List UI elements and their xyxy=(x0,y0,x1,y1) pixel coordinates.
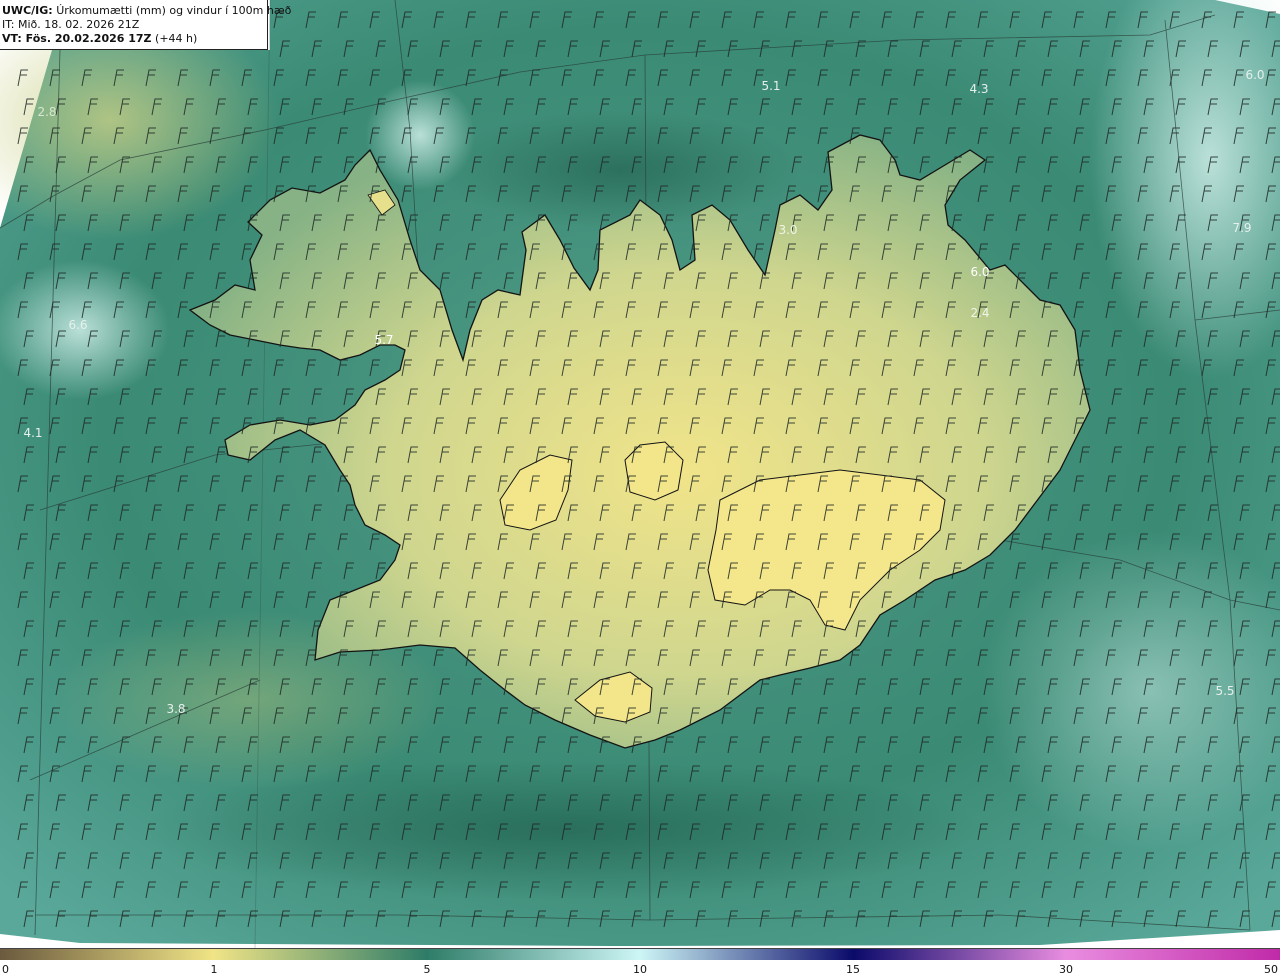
colorbar-tick: 30 xyxy=(1059,963,1073,976)
product-title: Úrkomumætti (mm) og vindur í 100m hæð xyxy=(56,4,292,17)
map-value-label: 2.8 xyxy=(37,105,56,119)
map-header: UWC/IG: Úrkomumætti (mm) og vindur í 100… xyxy=(0,0,291,50)
map-value-label: 5.1 xyxy=(761,79,780,93)
colorbar-tick: 5 xyxy=(423,963,431,976)
product-code: UWC/IG: xyxy=(2,4,53,17)
colorbar xyxy=(0,948,1280,960)
glacier-hofsjokull xyxy=(624,441,684,501)
map-value-label: 7.9 xyxy=(1232,221,1251,235)
map-value-label: 4.3 xyxy=(969,82,988,96)
map-value-label: 6.0 xyxy=(1245,68,1264,82)
valid-time-line: VT: Fös. 20.02.2026 17Z (+44 h) xyxy=(2,32,267,46)
map-value-label: 6.6 xyxy=(68,318,87,332)
colorbar-tick: 15 xyxy=(846,963,860,976)
product-title-line: UWC/IG: Úrkomumætti (mm) og vindur í 100… xyxy=(2,4,291,18)
weather-map: 2.8 6.6 4.1 3.8 5.7 5.1 4.3 6.0 3.0 6.0 … xyxy=(0,0,1280,949)
map-value-label: 4.1 xyxy=(23,426,42,440)
lead-time: (+44 h) xyxy=(155,32,198,45)
colorbar-tick: 1 xyxy=(210,963,218,976)
map-value-label: 3.8 xyxy=(166,702,185,716)
colorbar-tick: 50 xyxy=(1264,963,1278,976)
init-time: IT: Mið. 18. 02. 2026 21Z xyxy=(2,18,140,31)
map-value-label: 2.4 xyxy=(970,306,989,320)
valid-time: VT: Fös. 20.02.2026 17Z xyxy=(2,32,152,45)
map-canvas: 2.8 6.6 4.1 3.8 5.7 5.1 4.3 6.0 3.0 6.0 … xyxy=(0,0,1280,949)
map-value-label: 5.7 xyxy=(374,333,393,347)
map-value-label: 3.0 xyxy=(778,223,797,237)
colorbar-tick: 10 xyxy=(633,963,647,976)
colorbar-labels: 0 1 5 10 15 30 50 xyxy=(0,960,1280,978)
dry-band-north xyxy=(440,110,800,230)
map-value-label: 6.0 xyxy=(970,265,989,279)
colorbar-tick: 0 xyxy=(2,963,9,976)
map-value-label: 5.5 xyxy=(1215,684,1234,698)
